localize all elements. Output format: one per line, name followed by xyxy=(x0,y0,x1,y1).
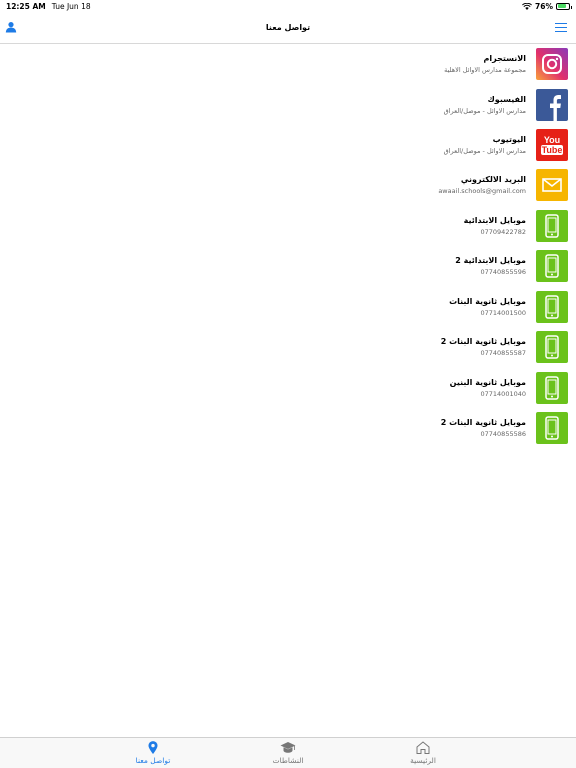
tab-contact-us[interactable]: تواصل معنا xyxy=(113,741,193,765)
tab-activities[interactable]: النشاطات xyxy=(248,741,328,765)
phone-icon xyxy=(536,372,568,404)
contact-subtitle: مجموعة مدارس الاوائل الاهلية xyxy=(444,66,526,74)
user-profile-icon[interactable] xyxy=(5,21,17,33)
phone-icon xyxy=(536,210,568,242)
tab-label: الرئيسية xyxy=(410,756,436,765)
contact-row-youtube[interactable]: You Tube اليوتيوب مدارس الاوائل - موصل/ا… xyxy=(148,128,568,162)
contact-subtitle: 07740855596 xyxy=(480,268,527,276)
contact-row-instagram[interactable]: الانستجرام مجموعة مدارس الاوائل الاهلية xyxy=(148,47,568,81)
youtube-logo-you: You xyxy=(543,135,561,145)
contact-row-facebook[interactable]: الفيسبوك مدارس الاوائل - موصل/العراق xyxy=(148,88,568,122)
facebook-icon xyxy=(536,89,568,121)
contact-title: الفيسبوك xyxy=(487,95,526,104)
nav-bar: تواصل معنا xyxy=(0,12,576,44)
contact-title: موبايل ثانوية البنات 2 xyxy=(440,418,526,427)
phone-icon xyxy=(536,250,568,282)
location-pin-icon xyxy=(148,741,158,754)
page-title: تواصل معنا xyxy=(265,23,311,32)
contact-row-phone-3[interactable]: موبايل ثانوية البنات 07714001500 xyxy=(148,290,568,324)
phone-icon xyxy=(536,412,568,444)
instagram-icon xyxy=(536,48,568,80)
contact-title: موبايل ثانوية البنات xyxy=(449,297,526,306)
mail-icon xyxy=(536,169,568,201)
youtube-icon: You Tube xyxy=(536,129,568,161)
youtube-logo-tube: Tube xyxy=(540,145,564,155)
phone-icon xyxy=(536,291,568,323)
hamburger-menu-icon[interactable] xyxy=(555,23,567,33)
tab-label: النشاطات xyxy=(272,756,304,765)
contact-row-phone-2[interactable]: موبايل الابتدائية 2 07740855596 xyxy=(148,249,568,283)
phone-icon xyxy=(536,331,568,363)
battery-fill xyxy=(557,4,566,8)
status-date: Tue Jun 18 xyxy=(51,1,91,11)
tab-home[interactable]: الرئيسية xyxy=(383,741,463,765)
contact-title: موبايل ثانوية البنات 2 xyxy=(440,337,526,346)
contact-subtitle: 07714001040 xyxy=(480,390,527,398)
contact-title: موبايل ثانوية البنين xyxy=(449,378,526,387)
contact-subtitle: 07714001500 xyxy=(480,309,527,317)
battery-icon xyxy=(556,2,572,10)
contact-title: موبايل الابتدائية xyxy=(463,216,526,225)
contact-row-phone-1[interactable]: موبايل الابتدائية 07709422782 xyxy=(148,209,568,243)
contact-row-phone-4[interactable]: موبايل ثانوية البنات 2 07740855587 xyxy=(148,330,568,364)
tab-label: تواصل معنا xyxy=(135,756,171,765)
contact-subtitle: مدارس الاوائل - موصل/العراق xyxy=(443,147,526,155)
contact-row-phone-6[interactable]: موبايل ثانوية البنات 2 07740855586 xyxy=(148,411,568,445)
status-right: 76% xyxy=(522,0,572,12)
contact-subtitle: awaail.schools@gmail.com xyxy=(438,187,526,195)
contact-title: الانستجرام xyxy=(483,54,526,63)
status-bar: 12:25 AM Tue Jun 18 76% xyxy=(0,0,576,12)
graduation-cap-icon xyxy=(280,742,296,753)
contact-subtitle: 07709422782 xyxy=(480,228,527,236)
status-time: 12:25 AM xyxy=(6,1,46,11)
contact-subtitle: 07740855587 xyxy=(480,349,527,357)
wifi-icon xyxy=(522,2,532,10)
contact-subtitle: 07740855586 xyxy=(480,430,527,438)
contact-title: موبايل الابتدائية 2 xyxy=(455,256,526,265)
contact-title: اليوتيوب xyxy=(492,135,526,144)
battery-percent: 76% xyxy=(535,1,553,11)
tab-bar: تواصل معنا النشاطات الرئيسية xyxy=(0,737,576,768)
contact-title: البريد الالكتروني xyxy=(460,175,526,184)
contact-row-email[interactable]: البريد الالكتروني awaail.schools@gmail.c… xyxy=(148,168,568,202)
home-icon xyxy=(416,741,430,754)
contact-subtitle: مدارس الاوائل - موصل/العراق xyxy=(443,107,526,115)
contact-row-phone-5[interactable]: موبايل ثانوية البنين 07714001040 xyxy=(148,371,568,405)
